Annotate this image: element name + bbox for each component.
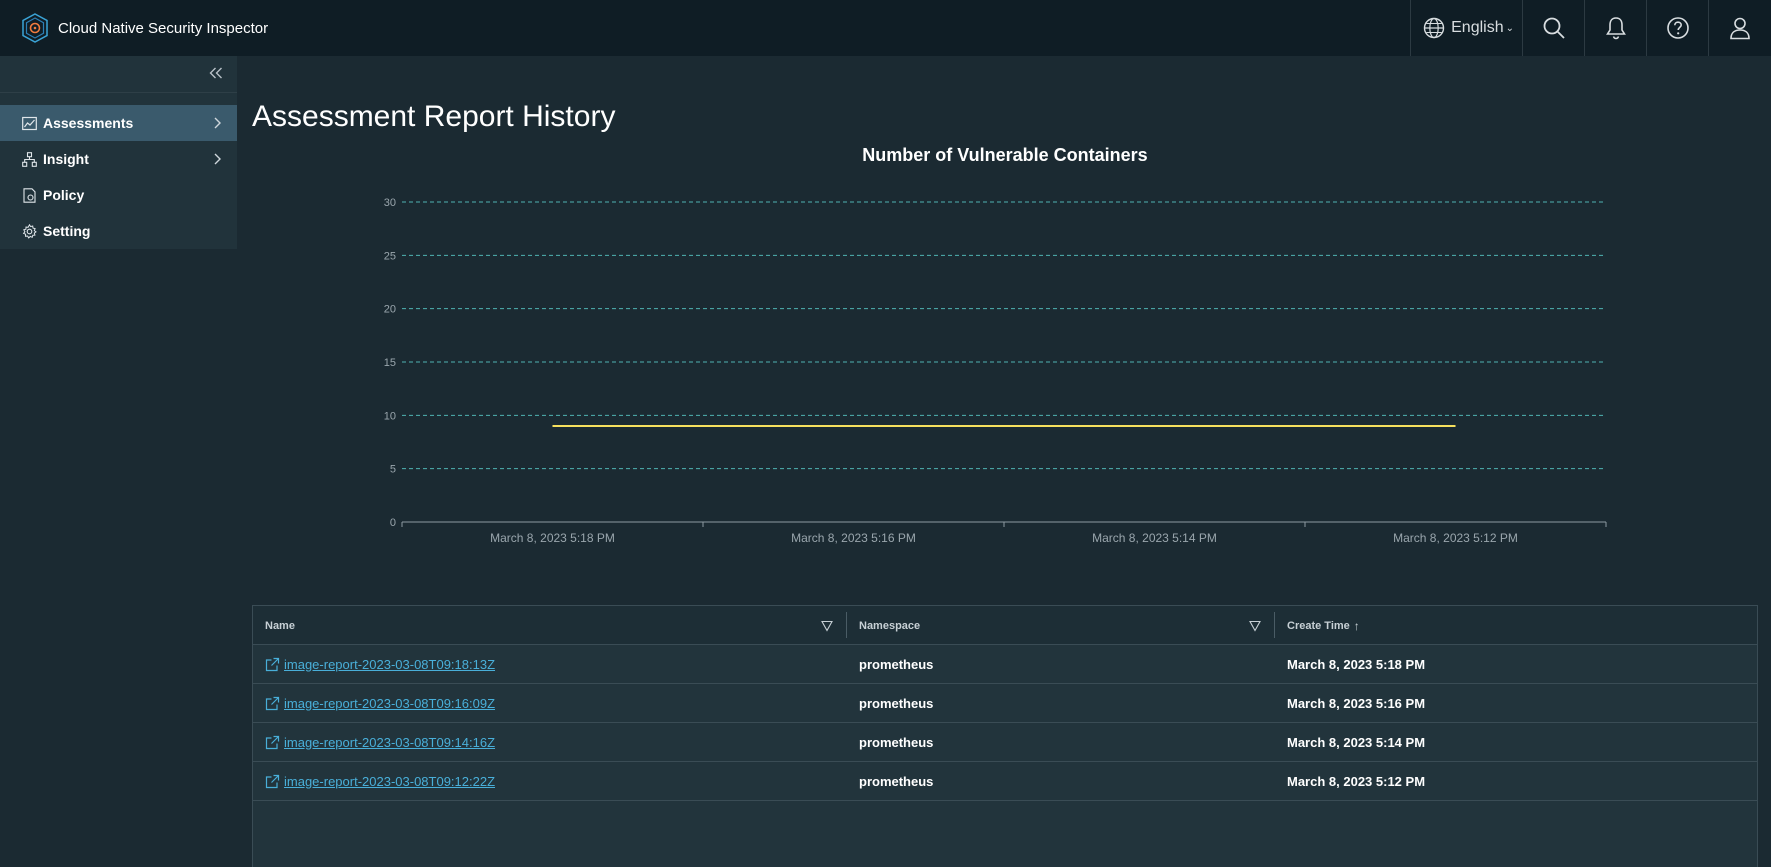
help-button[interactable] [1647, 0, 1709, 56]
app-title: Cloud Native Security Inspector [58, 19, 269, 37]
namespace-cell: prometheus [859, 695, 934, 711]
sort-ascending-icon: ↑ [1353, 618, 1360, 633]
user-menu-button[interactable] [1709, 0, 1771, 56]
sidebar-item-insight[interactable]: Insight [0, 141, 237, 177]
globe-icon [1423, 17, 1445, 39]
chevron-right-icon [214, 117, 221, 129]
search-icon [1543, 17, 1565, 39]
chevron-down-icon: ⌄ [1505, 22, 1514, 34]
report-link[interactable]: image-report-2023-03-08T09:16:09Z [265, 696, 495, 711]
sidebar-item-label: Assessments [43, 115, 134, 131]
column-label: Name [265, 619, 295, 632]
report-history-table: Name Namespace Create Time ↑ image-repor… [252, 605, 1758, 867]
chart-title: Number of Vulnerable Containers [862, 145, 1148, 165]
header-actions: English ⌄ [1410, 0, 1771, 56]
sidebar: Assessments Insight Policy Setting [0, 56, 237, 249]
create-time-cell: March 8, 2023 5:18 PM [1287, 656, 1426, 672]
name-cell: image-report-2023-03-08T09:18:13Z [253, 645, 847, 683]
sidebar-item-label: Policy [43, 187, 85, 203]
y-tick-label: 15 [384, 357, 396, 369]
external-link-icon [265, 735, 280, 749]
column-label: Create Time [1287, 619, 1350, 632]
help-icon [1666, 17, 1689, 39]
sidebar-item-label: Setting [43, 223, 91, 239]
app-logo-icon [22, 13, 48, 43]
x-tick-label: March 8, 2023 5:18 PM [490, 531, 615, 545]
sidebar-item-setting[interactable]: Setting [0, 213, 237, 249]
namespace-cell: prometheus [859, 773, 934, 789]
sidebar-item-label: Insight [43, 151, 89, 167]
filter-icon[interactable] [821, 620, 833, 632]
table-row: image-report-2023-03-08T09:18:13Z promet… [253, 645, 1757, 684]
gear-icon [22, 223, 37, 239]
table-row: image-report-2023-03-08T09:12:22Z promet… [253, 762, 1757, 801]
y-tick-label: 10 [384, 410, 396, 422]
report-link[interactable]: image-report-2023-03-08T09:14:16Z [265, 735, 495, 750]
x-tick-label: March 8, 2023 5:16 PM [791, 531, 916, 545]
report-name: image-report-2023-03-08T09:12:22Z [284, 773, 496, 789]
column-header-create-time[interactable]: Create Time ↑ [1275, 606, 1757, 645]
language-label: English [1451, 19, 1504, 36]
page-title: Assessment Report History [252, 100, 616, 133]
x-tick-label: March 8, 2023 5:12 PM [1393, 531, 1518, 545]
create-time-cell: March 8, 2023 5:12 PM [1287, 773, 1426, 789]
vulnerable-containers-chart: 0 5 10 15 20 25 30 March 8, 2023 5:18 PM March 8… [384, 197, 1607, 545]
chevron-right-icon [214, 153, 221, 165]
name-cell: image-report-2023-03-08T09:12:22Z [253, 762, 847, 800]
x-tick-label: March 8, 2023 5:14 PM [1092, 531, 1217, 545]
y-tick-label: 5 [390, 464, 396, 476]
column-header-name[interactable]: Name [253, 606, 847, 645]
table-header: Name Namespace Create Time ↑ [253, 606, 1757, 645]
y-tick-label: 30 [384, 197, 396, 209]
table-row: image-report-2023-03-08T09:16:09Z promet… [253, 684, 1757, 723]
y-tick-label: 0 [390, 517, 396, 529]
chart-icon [22, 116, 37, 130]
column-label: Namespace [859, 619, 921, 632]
sidebar-divider [0, 92, 237, 93]
name-cell: image-report-2023-03-08T09:14:16Z [253, 723, 847, 761]
namespace-cell: prometheus [859, 734, 934, 750]
collapse-sidebar-button[interactable] [207, 64, 225, 82]
report-link[interactable]: image-report-2023-03-08T09:12:22Z [265, 774, 495, 789]
filter-icon[interactable] [1249, 620, 1261, 632]
report-name: image-report-2023-03-08T09:14:16Z [284, 734, 496, 750]
user-icon [1730, 17, 1750, 40]
policy-icon [23, 187, 36, 203]
report-link[interactable]: image-report-2023-03-08T09:18:13Z [265, 657, 495, 672]
namespace-cell: prometheus [859, 656, 934, 672]
create-time-cell: March 8, 2023 5:16 PM [1287, 695, 1426, 711]
column-header-namespace[interactable]: Namespace [847, 606, 1275, 645]
search-button[interactable] [1523, 0, 1585, 56]
external-link-icon [265, 696, 280, 710]
brand[interactable]: Cloud Native Security Inspector [0, 0, 268, 56]
top-header: Cloud Native Security Inspector English … [0, 0, 1771, 56]
report-name: image-report-2023-03-08T09:18:13Z [284, 656, 496, 672]
double-chevron-left-icon [209, 67, 222, 79]
y-tick-label: 25 [384, 250, 396, 262]
language-selector[interactable]: English ⌄ [1410, 0, 1523, 56]
bell-icon [1605, 17, 1626, 40]
table-row: image-report-2023-03-08T09:14:16Z promet… [253, 723, 1757, 762]
sidebar-item-policy[interactable]: Policy [0, 177, 237, 213]
report-name: image-report-2023-03-08T09:16:09Z [284, 695, 496, 711]
y-tick-label: 20 [384, 304, 396, 316]
sidebar-item-assessments[interactable]: Assessments [0, 105, 237, 141]
external-link-icon [265, 657, 280, 671]
network-icon [22, 151, 37, 167]
external-link-icon [265, 774, 280, 788]
name-cell: image-report-2023-03-08T09:16:09Z [253, 684, 847, 722]
notifications-button[interactable] [1585, 0, 1647, 56]
create-time-cell: March 8, 2023 5:14 PM [1287, 734, 1426, 750]
